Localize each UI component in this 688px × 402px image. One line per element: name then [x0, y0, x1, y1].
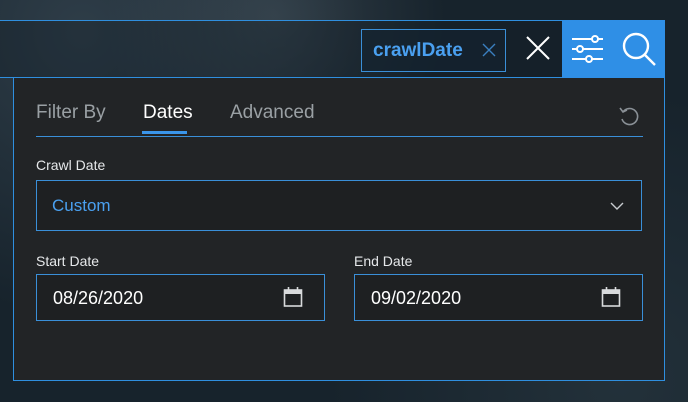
end-date-field[interactable]: 09/02/2020 — [354, 274, 643, 321]
crawl-date-value: Custom — [52, 196, 111, 215]
reset-icon[interactable] — [617, 104, 641, 128]
close-icon[interactable] — [517, 29, 559, 71]
search-chip-label: crawlDate — [373, 39, 463, 61]
filter-sliders-icon[interactable] — [562, 20, 612, 78]
calendar-icon[interactable] — [601, 286, 621, 308]
crawl-date-label: Crawl Date — [36, 157, 106, 173]
start-date-field[interactable]: 08/26/2020 — [36, 274, 325, 321]
tab-filter-by[interactable]: Filter By — [36, 102, 106, 135]
end-date-value: 09/02/2020 — [371, 288, 462, 308]
tab-advanced[interactable]: Advanced — [230, 102, 315, 135]
start-date-value: 08/26/2020 — [53, 288, 144, 308]
end-date-label: End Date — [354, 253, 413, 269]
active-tab-indicator — [142, 131, 187, 134]
start-date-label: Start Date — [36, 253, 100, 269]
tab-bar: Filter By Dates Advanced — [36, 102, 643, 137]
chip-remove-icon[interactable] — [479, 40, 499, 60]
filter-panel: Filter By Dates Advanced Crawl Date Cust… — [13, 78, 665, 381]
search-actions — [562, 20, 665, 78]
chevron-down-icon — [610, 202, 624, 210]
calendar-icon[interactable] — [283, 286, 303, 308]
search-chip[interactable]: crawlDate — [361, 29, 506, 72]
search-icon[interactable] — [614, 20, 665, 78]
search-bar: crawlDate — [0, 20, 665, 78]
crawl-date-select[interactable]: Custom — [36, 180, 642, 231]
